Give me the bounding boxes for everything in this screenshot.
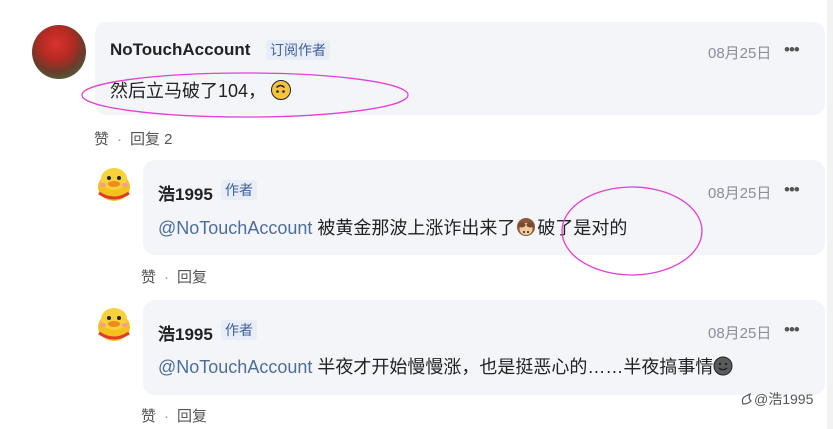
avatar[interactable] xyxy=(93,163,135,205)
see-no-evil-monkey-icon xyxy=(515,217,537,237)
scrollbar[interactable] xyxy=(827,0,833,429)
reply-button[interactable]: 回复 xyxy=(177,269,207,286)
separator: · xyxy=(164,269,170,286)
avatar[interactable] xyxy=(93,303,135,345)
annotation-ellipse xyxy=(561,186,703,276)
comment-actions: 赞 · 回复 xyxy=(141,405,207,426)
more-icon[interactable]: ••• xyxy=(784,320,800,340)
author-badge: 作者 xyxy=(221,180,257,200)
reply-button[interactable]: 回复 2 xyxy=(130,131,173,148)
watermark-text: @浩1995 xyxy=(754,391,814,407)
comment-author[interactable]: 浩1995 xyxy=(158,180,213,205)
watermark: @浩1995 xyxy=(740,389,813,409)
comment-bubble xyxy=(143,300,825,395)
comment-bubble xyxy=(143,160,825,255)
separator: · xyxy=(164,408,170,425)
comment-actions: 赞 · 回复 xyxy=(141,266,207,287)
comment-date: 08月25日 xyxy=(708,45,772,62)
like-button[interactable]: 赞 xyxy=(141,269,156,286)
comment-author[interactable]: 浩1995 xyxy=(158,320,213,345)
author-badge: 作者 xyxy=(221,320,257,340)
like-button[interactable]: 赞 xyxy=(141,408,156,425)
annotation-ellipse xyxy=(81,72,409,118)
reply-button[interactable]: 回复 xyxy=(177,408,207,425)
comment-date: 08月25日 xyxy=(708,325,772,342)
separator: · xyxy=(117,131,123,148)
comment-date: 08月25日 xyxy=(708,185,772,202)
like-button[interactable]: 赞 xyxy=(94,131,109,148)
more-icon[interactable]: ••• xyxy=(784,180,800,200)
more-icon[interactable]: ••• xyxy=(784,40,800,60)
mention-link[interactable]: @NoTouchAccount xyxy=(158,357,312,377)
comment-text-body: 被黄金那波上涨诈出来了 xyxy=(312,218,516,238)
comment-text: @NoTouchAccount 被黄金那波上涨诈出来了 破了是对的 xyxy=(158,214,627,240)
comment-text: @NoTouchAccount 半夜才开始慢慢涨，也是挺恶心的……半夜搞事情 xyxy=(158,353,733,379)
author-badge: 订阅作者 xyxy=(266,40,330,60)
comment-actions: 赞 · 回复 2 xyxy=(94,128,173,149)
comment-text-body: 半夜才开始慢慢涨，也是挺恶心的……半夜搞事情 xyxy=(312,357,714,377)
smiling-face-icon xyxy=(713,356,733,376)
avatar[interactable] xyxy=(32,25,86,79)
mention-link[interactable]: @NoTouchAccount xyxy=(158,218,312,238)
watermark-logo-icon xyxy=(740,392,754,406)
comment-author[interactable]: NoTouchAccount xyxy=(110,40,250,60)
